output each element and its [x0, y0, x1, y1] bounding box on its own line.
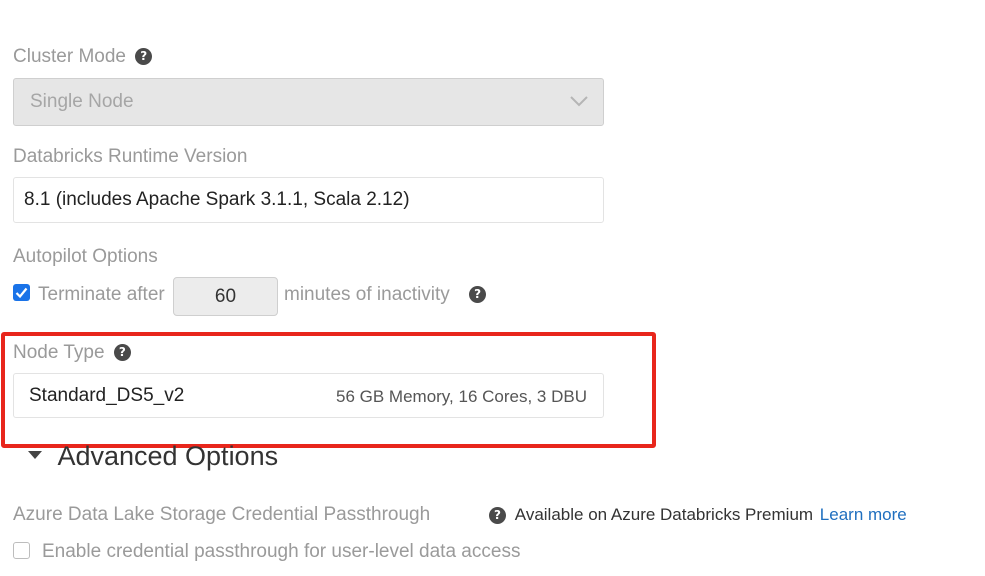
runtime-select[interactable]: 8.1 (includes Apache Spark 3.1.1, Scala … — [13, 177, 604, 223]
terminate-checkbox[interactable] — [13, 284, 30, 301]
node-type-spec: 56 GB Memory, 16 Cores, 3 DBU — [336, 387, 587, 406]
node-type-label: Node Type — [13, 342, 105, 363]
help-icon[interactable]: ? — [135, 48, 153, 66]
advanced-options-toggle[interactable]: Advanced Options — [27, 441, 278, 472]
help-icon[interactable]: ? — [489, 507, 506, 525]
node-type-select[interactable]: Standard_DS5_v2 56 GB Memory, 16 Cores, … — [13, 373, 604, 418]
cluster-mode-label-row: Cluster Mode ? — [13, 45, 153, 69]
learn-more-link[interactable]: Learn more — [820, 505, 907, 524]
inactivity-suffix-row: minutes of inactivity ? — [284, 283, 487, 307]
help-icon[interactable]: ? — [113, 344, 131, 362]
passthrough-availability-row: ? Available on Azure Databricks Premium … — [489, 504, 907, 526]
passthrough-checkbox[interactable] — [13, 542, 30, 559]
checkmark-icon — [15, 287, 28, 299]
node-type-value: Standard_DS5_v2 — [29, 385, 185, 406]
chevron-down-icon — [570, 96, 588, 107]
passthrough-checkbox-label: Enable credential passthrough for user-l… — [42, 541, 521, 562]
availability-text: Available on Azure Databricks Premium — [514, 505, 814, 524]
terminate-label: Terminate after — [38, 284, 165, 305]
help-icon[interactable]: ? — [469, 286, 487, 304]
node-type-label-row: Node Type ? — [13, 341, 131, 365]
runtime-label: Databricks Runtime Version — [13, 146, 248, 167]
advanced-options-label: Advanced Options — [57, 441, 279, 471]
runtime-value: 8.1 (includes Apache Spark 3.1.1, Scala … — [24, 189, 410, 210]
caret-down-icon — [28, 450, 42, 459]
cluster-mode-select[interactable]: Single Node — [13, 78, 604, 126]
inactivity-suffix-label: minutes of inactivity — [284, 284, 450, 305]
inactivity-minutes-input[interactable]: 60 — [173, 277, 278, 316]
inactivity-minutes-value: 60 — [214, 286, 237, 307]
autopilot-label: Autopilot Options — [13, 246, 158, 267]
cluster-mode-label: Cluster Mode — [13, 46, 126, 67]
cluster-mode-value: Single Node — [30, 91, 134, 112]
passthrough-label: Azure Data Lake Storage Credential Passt… — [13, 504, 431, 525]
